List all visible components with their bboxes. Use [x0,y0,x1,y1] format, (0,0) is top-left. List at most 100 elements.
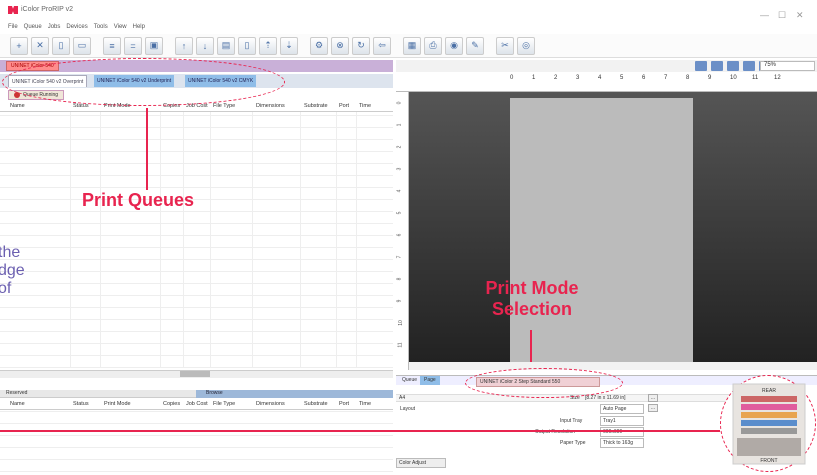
side-caption: the dge of [0,244,25,298]
col-dimensions[interactable]: Dimensions [256,401,285,407]
col-name[interactable]: Name [10,401,25,407]
print-queues-callout: Print Queues [82,190,195,210]
mode-highlight [465,368,623,398]
grid-icon[interactable]: ▦ [403,36,421,55]
menu-tools[interactable]: Tools [94,24,108,30]
col-substrate[interactable]: Substrate [304,401,328,407]
reload-icon[interactable]: ↻ [352,36,370,55]
input-tray-select[interactable]: Tray1 [600,416,644,426]
page-preview [510,98,693,362]
color-icon[interactable]: ✂ [496,36,514,55]
pen-icon[interactable]: ✎ [466,36,484,55]
crop-icon[interactable] [711,61,723,71]
input-tray-label: Input Tray [560,418,583,424]
menu-queue[interactable]: Queue [24,24,42,30]
col-print-mode[interactable]: Print Mode [104,401,131,407]
vruler-label: 9 [396,299,403,303]
arrow-icon[interactable]: ⇦ [373,36,391,55]
vruler-label: 10 [397,320,404,326]
zoom-in-icon[interactable] [743,61,755,71]
size-more-button[interactable]: ... [648,394,658,402]
col-job-cost[interactable]: Job Cost [186,401,208,407]
minimize-button[interactable]: — [760,10,769,20]
settings-icon[interactable]: ⚙ [310,36,328,55]
page-icon[interactable]: ▯ [238,36,256,55]
palette-icon[interactable]: ◉ [445,36,463,55]
col-port[interactable]: Port [339,401,349,407]
reserved-text: Reserved [6,390,28,396]
menu-devices[interactable]: Devices [66,24,87,30]
layout-more-button[interactable]: ... [648,404,658,412]
tab-page[interactable]: Page [420,376,440,385]
col-copies[interactable]: Copies [163,401,180,407]
ruler-label: 5 [620,75,624,81]
move-icon[interactable] [727,61,739,71]
queue-icon[interactable]: ≡ [103,36,121,55]
menu-view[interactable]: View [114,24,127,30]
zoom-select[interactable]: 75% [760,61,815,71]
queue-table[interactable] [0,112,393,368]
ruler-label: 7 [664,75,668,81]
preview-icon[interactable]: ▣ [145,36,163,55]
col-status[interactable]: Status [73,401,89,407]
side-text-1: the [0,244,21,261]
vruler-label: 8 [396,277,403,281]
ruler-label: 4 [598,75,602,81]
reserved-table-header: Name Status Print Mode Copies Job Cost F… [0,400,393,410]
menu-help[interactable]: Help [133,24,145,30]
select-icon[interactable] [695,61,707,71]
vruler-label: 3 [396,167,403,171]
callout-line-1: Print Mode [485,278,579,298]
maximize-button[interactable]: ☐ [778,10,786,21]
page-up-icon[interactable]: ⇡ [259,36,277,55]
page-down-icon[interactable]: ⇣ [280,36,298,55]
col-port[interactable]: Port [339,103,349,109]
paper-type-select[interactable]: Thick to 163g [600,438,644,448]
resolution-select[interactable]: 600x600 [600,427,644,437]
col-dimensions[interactable]: Dimensions [256,103,285,109]
menu-file[interactable]: File [8,24,18,30]
layout-select[interactable]: Auto Page [600,404,644,414]
printer-tray-graphic: REAR FRONT [720,375,816,472]
color-adjust-button[interactable]: Color Adjust [396,458,446,468]
move-up-icon[interactable]: ↑ [175,36,193,55]
ruler-label: 0 [510,75,514,81]
col-name[interactable]: Name [10,103,25,109]
col-file-type[interactable]: File Type [213,401,235,407]
vruler-label: 11 [397,342,404,348]
add-job-icon[interactable]: + [10,36,28,55]
compass-icon[interactable]: ◎ [517,36,535,55]
ruler-label: 10 [730,75,737,81]
col-file-type[interactable]: File Type [213,103,235,109]
size-value: [8.27 in x 11.69 in] [585,395,626,401]
col-time[interactable]: Time [359,401,371,407]
svg-text:FRONT: FRONT [760,458,777,464]
side-text-3: of [0,280,12,297]
col-time[interactable]: Time [359,103,371,109]
horizontal-ruler: 0 1 2 3 4 5 6 7 8 9 10 11 12 [396,72,817,92]
print-icon[interactable]: ▭ [73,36,91,55]
hold-icon[interactable]: = [124,36,142,55]
delete-job-icon[interactable]: ✕ [31,36,49,55]
document-icon[interactable]: ▯ [52,36,70,55]
browse-tab[interactable]: Browse [196,390,393,398]
printer-drawer-icon: REAR FRONT [732,383,806,465]
vruler-label: 2 [396,145,403,149]
layout-icon[interactable]: ▤ [217,36,235,55]
printer-icon[interactable]: ⎙ [424,36,442,55]
reserved-table[interactable] [0,410,393,472]
close-button[interactable]: ✕ [796,10,804,21]
ruler-label: 9 [708,75,712,81]
ruler-label: 12 [774,75,781,81]
scrollbar-thumb[interactable] [180,371,210,377]
col-substrate[interactable]: Substrate [304,103,328,109]
tab-queue[interactable]: Queue [398,376,421,385]
menu-jobs[interactable]: Jobs [48,24,61,30]
move-down-icon[interactable]: ↓ [196,36,214,55]
svg-text:REAR: REAR [762,388,776,394]
paper-type-label: Paper Type [560,440,586,446]
queues-pointer-line [146,108,148,190]
ruler-label: 1 [532,75,536,81]
stop-icon[interactable]: ⊗ [331,36,349,55]
paper-size-value: A4 [399,395,406,401]
